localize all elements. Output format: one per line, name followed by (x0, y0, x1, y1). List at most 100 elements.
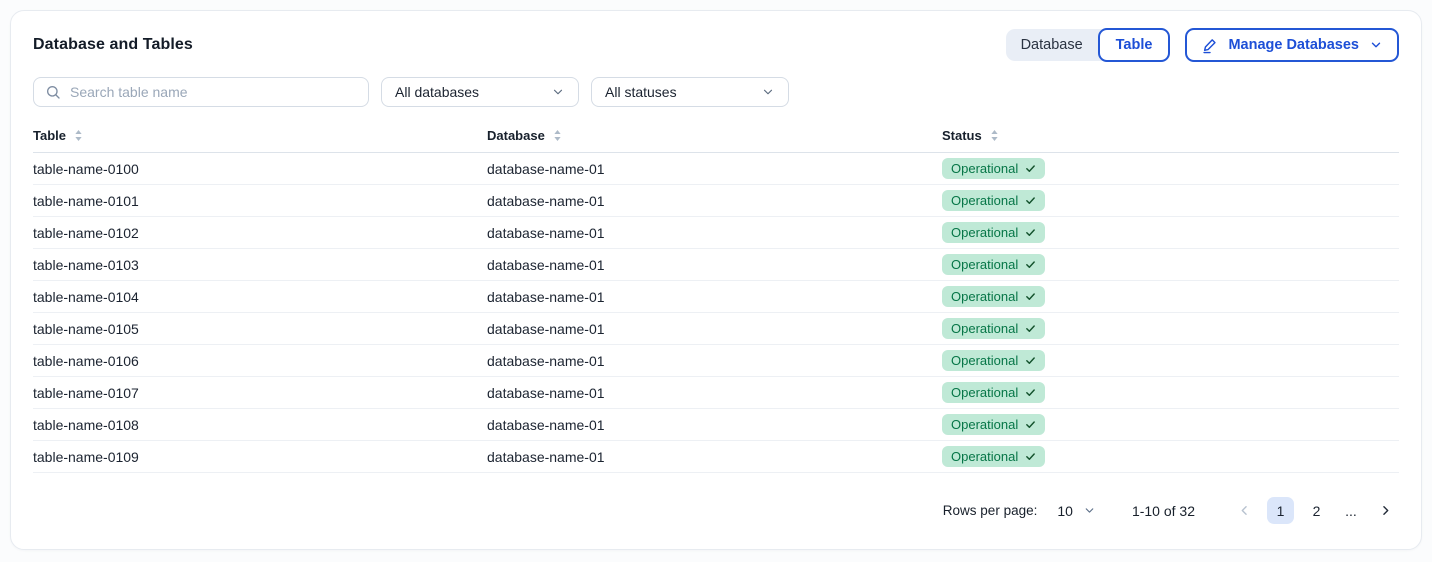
rows-per-page-select[interactable]: 10 (1057, 503, 1096, 519)
previous-page-button[interactable] (1231, 497, 1258, 524)
toggle-table[interactable]: Table (1098, 28, 1171, 62)
table-name-cell: table-name-0100 (33, 153, 487, 185)
check-icon (1025, 355, 1036, 366)
table-name-cell: table-name-0103 (33, 249, 487, 281)
pager-ellipsis: ... (1339, 503, 1363, 519)
sort-icon (73, 129, 84, 142)
page-button-2[interactable]: 2 (1303, 497, 1330, 524)
status-filter-value: All statuses (605, 84, 677, 100)
chevron-down-icon (761, 85, 775, 99)
column-header-table[interactable]: Table (33, 128, 487, 153)
status-badge: Operational (942, 286, 1045, 307)
check-icon (1025, 195, 1036, 206)
chevron-down-icon (1369, 38, 1383, 52)
tables-table: Table Database Status table-name-0100 da… (33, 128, 1399, 473)
check-icon (1025, 291, 1036, 302)
card-header: Database and Tables Database Table Manag… (33, 28, 1399, 62)
database-name-cell: database-name-01 (487, 185, 942, 217)
status-cell: Operational (942, 249, 1399, 281)
check-icon (1025, 419, 1036, 430)
sort-icon (552, 129, 563, 142)
manage-databases-button[interactable]: Manage Databases (1185, 28, 1399, 62)
header-actions: Database Table Manage Databases (1006, 28, 1399, 62)
database-name-cell: database-name-01 (487, 409, 942, 441)
search-input[interactable] (70, 84, 357, 100)
status-badge: Operational (942, 382, 1045, 403)
table-row[interactable]: table-name-0102 database-name-01 Operati… (33, 217, 1399, 249)
column-header-status[interactable]: Status (942, 128, 1399, 153)
table-row[interactable]: table-name-0104 database-name-01 Operati… (33, 281, 1399, 313)
status-badge: Operational (942, 446, 1045, 467)
status-cell: Operational (942, 441, 1399, 473)
check-icon (1025, 227, 1036, 238)
table-name-cell: table-name-0107 (33, 377, 487, 409)
pencil-icon (1201, 37, 1218, 54)
table-row[interactable]: table-name-0101 database-name-01 Operati… (33, 185, 1399, 217)
database-name-cell: database-name-01 (487, 281, 942, 313)
status-cell: Operational (942, 153, 1399, 185)
table-name-cell: table-name-0109 (33, 441, 487, 473)
search-icon (45, 84, 61, 100)
status-badge: Operational (942, 254, 1045, 275)
page-title: Database and Tables (33, 36, 193, 54)
chevron-right-icon (1378, 503, 1393, 518)
table-name-cell: table-name-0102 (33, 217, 487, 249)
status-badge: Operational (942, 414, 1045, 435)
database-filter-value: All databases (395, 84, 479, 100)
table-row[interactable]: table-name-0107 database-name-01 Operati… (33, 377, 1399, 409)
check-icon (1025, 323, 1036, 334)
search-box (33, 77, 369, 107)
database-filter-select[interactable]: All databases (381, 77, 579, 107)
database-name-cell: database-name-01 (487, 345, 942, 377)
database-name-cell: database-name-01 (487, 377, 942, 409)
status-badge: Operational (942, 158, 1045, 179)
database-name-cell: database-name-01 (487, 217, 942, 249)
manage-databases-label: Manage Databases (1228, 37, 1359, 53)
table-row[interactable]: table-name-0108 database-name-01 Operati… (33, 409, 1399, 441)
table-row[interactable]: table-name-0103 database-name-01 Operati… (33, 249, 1399, 281)
table-name-cell: table-name-0104 (33, 281, 487, 313)
chevron-down-icon (1083, 504, 1096, 517)
next-page-button[interactable] (1372, 497, 1399, 524)
pager: 1 2 ... (1231, 497, 1399, 524)
table-row[interactable]: table-name-0106 database-name-01 Operati… (33, 345, 1399, 377)
rows-per-page-value: 10 (1057, 503, 1073, 519)
table-row[interactable]: table-name-0105 database-name-01 Operati… (33, 313, 1399, 345)
page-button-1[interactable]: 1 (1267, 497, 1294, 524)
status-badge: Operational (942, 318, 1045, 339)
sort-icon (989, 129, 1000, 142)
chevron-left-icon (1237, 503, 1252, 518)
status-cell: Operational (942, 313, 1399, 345)
check-icon (1025, 451, 1036, 462)
status-badge: Operational (942, 222, 1045, 243)
status-cell: Operational (942, 409, 1399, 441)
pagination-range: 1-10 of 32 (1132, 503, 1195, 519)
status-badge: Operational (942, 190, 1045, 211)
column-header-database[interactable]: Database (487, 128, 942, 153)
toggle-database[interactable]: Database (1006, 29, 1098, 61)
check-icon (1025, 259, 1036, 270)
table-name-cell: table-name-0108 (33, 409, 487, 441)
check-icon (1025, 163, 1036, 174)
table-name-cell: table-name-0101 (33, 185, 487, 217)
view-toggle: Database Table (1006, 29, 1170, 61)
status-cell: Operational (942, 377, 1399, 409)
status-filter-select[interactable]: All statuses (591, 77, 789, 107)
database-name-cell: database-name-01 (487, 249, 942, 281)
status-cell: Operational (942, 345, 1399, 377)
database-name-cell: database-name-01 (487, 313, 942, 345)
chevron-down-icon (551, 85, 565, 99)
database-name-cell: database-name-01 (487, 153, 942, 185)
status-cell: Operational (942, 217, 1399, 249)
rows-per-page-label: Rows per page: (943, 503, 1038, 518)
status-cell: Operational (942, 185, 1399, 217)
table-row[interactable]: table-name-0109 database-name-01 Operati… (33, 441, 1399, 473)
table-name-cell: table-name-0105 (33, 313, 487, 345)
database-name-cell: database-name-01 (487, 441, 942, 473)
table-footer: Rows per page: 10 1-10 of 32 1 2 ... (33, 497, 1399, 524)
status-cell: Operational (942, 281, 1399, 313)
status-badge: Operational (942, 350, 1045, 371)
database-tables-card: Database and Tables Database Table Manag… (10, 10, 1422, 550)
table-name-cell: table-name-0106 (33, 345, 487, 377)
table-row[interactable]: table-name-0100 database-name-01 Operati… (33, 153, 1399, 185)
